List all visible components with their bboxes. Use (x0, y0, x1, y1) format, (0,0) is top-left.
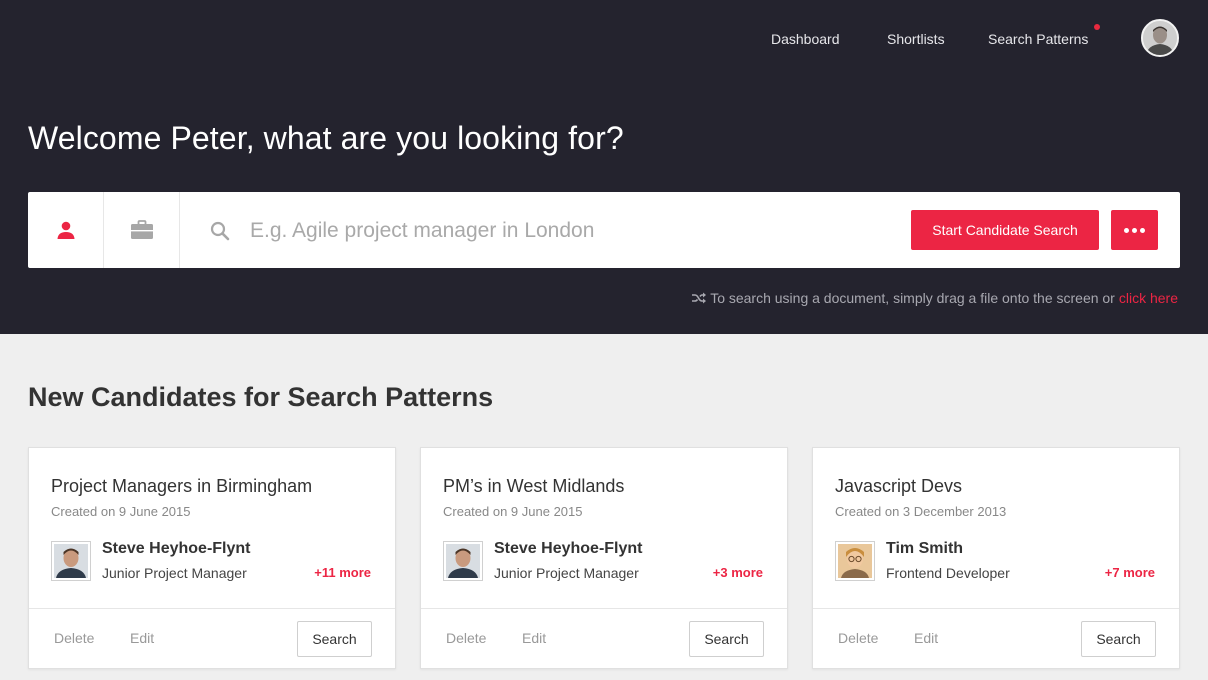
drag-hint-text: To search using a document, simply drag … (710, 290, 1115, 306)
edit-button[interactable]: Edit (914, 630, 938, 646)
candidate-name[interactable]: Steve Heyhoe-Flynt (494, 540, 642, 558)
search-icon (210, 221, 230, 241)
search-pattern-card: Project Managers in Birmingham Created o… (28, 447, 396, 669)
candidate-role: Junior Project Manager (494, 565, 639, 581)
candidate-name[interactable]: Steve Heyhoe-Flynt (102, 540, 250, 558)
nav-dashboard[interactable]: Dashboard (771, 31, 840, 47)
hero-header: Dashboard Shortlists Search Patterns Wel… (0, 0, 1208, 334)
card-created-date: Created on 9 June 2015 (51, 504, 191, 519)
section-title: New Candidates for Search Patterns (28, 382, 494, 412)
delete-button[interactable]: Delete (446, 630, 486, 646)
card-divider (421, 608, 787, 609)
person-icon (57, 221, 74, 239)
card-divider (813, 608, 1179, 609)
candidate-role: Junior Project Manager (102, 565, 247, 581)
candidate-mode-button[interactable] (28, 192, 104, 268)
more-options-button[interactable] (1111, 210, 1158, 250)
briefcase-icon (130, 220, 153, 239)
more-candidates-link[interactable]: +11 more (314, 565, 371, 580)
search-bar: Start Candidate Search (28, 192, 1180, 268)
search-button[interactable]: Search (297, 621, 372, 657)
more-candidates-link[interactable]: +3 more (713, 565, 763, 580)
card-created-date: Created on 3 December 2013 (835, 504, 1007, 519)
candidate-avatar[interactable] (835, 541, 875, 581)
nav-search-patterns[interactable]: Search Patterns (988, 31, 1088, 47)
candidate-photo (54, 544, 88, 578)
drag-hint: To search using a document, simply drag … (691, 290, 1178, 306)
welcome-heading: Welcome Peter, what are you looking for? (28, 120, 624, 156)
candidate-role: Frontend Developer (886, 565, 1010, 581)
candidate-avatar[interactable] (51, 541, 91, 581)
start-candidate-search-button[interactable]: Start Candidate Search (911, 210, 1099, 250)
delete-button[interactable]: Delete (838, 630, 878, 646)
search-button[interactable]: Search (689, 621, 764, 657)
click-here-link[interactable]: click here (1119, 290, 1178, 306)
search-pattern-card: Javascript Devs Created on 3 December 20… (812, 447, 1180, 669)
shuffle-icon (692, 292, 707, 304)
card-created-date: Created on 9 June 2015 (443, 504, 583, 519)
user-avatar-image (1143, 21, 1177, 55)
edit-button[interactable]: Edit (130, 630, 154, 646)
nav-shortlists[interactable]: Shortlists (887, 31, 945, 47)
more-candidates-link[interactable]: +7 more (1105, 565, 1155, 580)
dot-icon (1140, 227, 1145, 233)
job-mode-button[interactable] (104, 192, 180, 268)
candidate-photo (838, 544, 872, 578)
card-title: PM’s in West Midlands (443, 476, 625, 496)
search-button[interactable]: Search (1081, 621, 1156, 657)
edit-button[interactable]: Edit (522, 630, 546, 646)
dot-icon (1124, 227, 1129, 233)
card-title: Javascript Devs (835, 476, 963, 496)
candidate-avatar[interactable] (443, 541, 483, 581)
card-divider (29, 608, 395, 609)
search-pattern-card: PM’s in West Midlands Created on 9 June … (420, 447, 788, 669)
candidate-photo (446, 544, 480, 578)
card-title: Project Managers in Birmingham (51, 476, 313, 496)
notification-dot (1094, 24, 1100, 30)
delete-button[interactable]: Delete (54, 630, 94, 646)
dot-icon (1132, 227, 1137, 233)
user-avatar[interactable] (1141, 19, 1179, 57)
candidate-name[interactable]: Tim Smith (886, 540, 963, 558)
search-input[interactable] (250, 214, 890, 248)
